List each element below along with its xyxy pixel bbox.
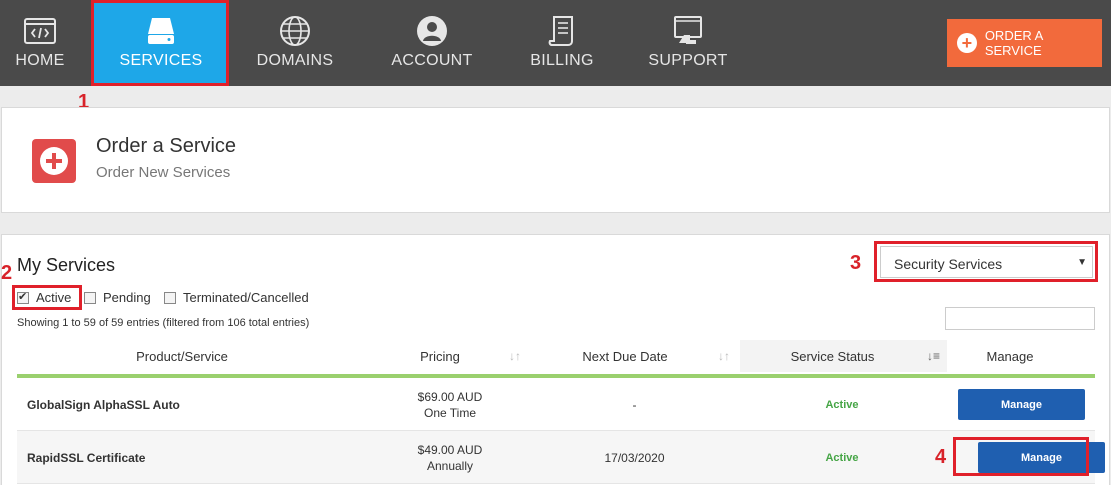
col-pricing[interactable]: Pricing (380, 340, 500, 372)
filter-terminated[interactable]: Terminated/Cancelled (164, 290, 309, 305)
nav-support[interactable]: SUPPORT (642, 0, 734, 86)
col-manage: Manage (986, 348, 1034, 364)
product-name: RapidSSL Certificate (27, 451, 146, 465)
nav-home[interactable]: HOME (0, 0, 80, 86)
user-circle-icon (417, 16, 447, 46)
sort-icon[interactable]: ↓↑ (509, 349, 521, 363)
nav-account[interactable]: ACCOUNT (380, 0, 484, 86)
code-window-icon (24, 18, 56, 44)
price-amount: $49.00 AUD (417, 443, 483, 457)
plus-circle-icon: + (957, 33, 977, 53)
billing-cycle: Annually (426, 459, 474, 473)
filter-active-label: Active (36, 290, 72, 305)
table-search-input[interactable] (945, 307, 1095, 330)
price-amount: $69.00 AUD (417, 390, 483, 404)
sort-icon[interactable]: ↓↑ (718, 349, 730, 363)
nav-home-label: HOME (15, 52, 65, 69)
nav-domains-label: DOMAINS (256, 52, 334, 69)
order-service-label: ORDER A SERVICE (984, 28, 1043, 58)
client-area-page: HOME SERVICES DOMAINS ACCOUNT BILLING SU… (0, 0, 1111, 485)
active-checkbox[interactable] (17, 290, 29, 304)
order-service-button[interactable]: + ORDER A SERVICE (947, 19, 1102, 67)
my-services-title: My Services (17, 255, 116, 275)
pending-checkbox[interactable] (84, 291, 96, 304)
nav-services-label: SERVICES (119, 52, 203, 69)
next-due-date: - (632, 398, 637, 412)
nav-services[interactable]: SERVICES (93, 0, 229, 86)
billing-cycle: One Time (423, 406, 477, 420)
table-row[interactable]: GlobalSign AlphaSSL Auto $69.00 AUD One … (17, 378, 1095, 431)
next-due-date: 17/03/2020 (604, 451, 665, 465)
manage-button[interactable]: Manage (958, 389, 1085, 420)
order-panel-subtitle: Order New Services (96, 164, 231, 181)
status-badge: Active (825, 399, 859, 411)
nav-account-label: ACCOUNT (391, 52, 473, 69)
globe-icon (280, 16, 310, 46)
order-panel-title[interactable]: Order a Service (96, 135, 236, 158)
service-category-select[interactable]: Security Services ▼ (880, 246, 1093, 278)
nav-billing[interactable]: BILLING (518, 0, 606, 86)
product-name: GlobalSign AlphaSSL Auto (27, 398, 180, 412)
col-service-status[interactable]: Service Status (765, 340, 900, 372)
receipt-icon (548, 16, 573, 46)
dropdown-caret-icon: ▼ (1077, 257, 1087, 268)
server-icon (148, 18, 174, 44)
monitor-support-icon (674, 16, 702, 44)
category-select-value: Security Services (894, 256, 1003, 272)
filter-pending-label: Pending (103, 290, 151, 305)
manage-button[interactable]: Manage (978, 442, 1105, 473)
col-product-service[interactable]: Product/Service (17, 340, 347, 372)
filter-active[interactable]: Active (17, 290, 71, 305)
top-navigation: HOME SERVICES DOMAINS ACCOUNT BILLING SU… (0, 0, 1111, 86)
entries-info: Showing 1 to 59 of 59 entries (filtered … (17, 317, 310, 329)
nav-support-label: SUPPORT (648, 52, 728, 69)
status-badge: Active (825, 452, 859, 464)
table-row[interactable]: RapidSSL Certificate $49.00 AUD Annually… (17, 431, 1105, 484)
order-service-panel[interactable] (1, 107, 1110, 213)
col-next-due-date[interactable]: Next Due Date (560, 340, 690, 372)
nav-billing-label: BILLING (530, 52, 594, 69)
filter-pending[interactable]: Pending (84, 290, 151, 305)
add-service-icon[interactable] (32, 139, 76, 183)
filter-terminated-label: Terminated/Cancelled (183, 290, 309, 305)
terminated-checkbox[interactable] (164, 291, 176, 304)
nav-domains[interactable]: DOMAINS (240, 0, 350, 86)
sort-desc-icon[interactable]: ↓≡ (927, 349, 940, 363)
